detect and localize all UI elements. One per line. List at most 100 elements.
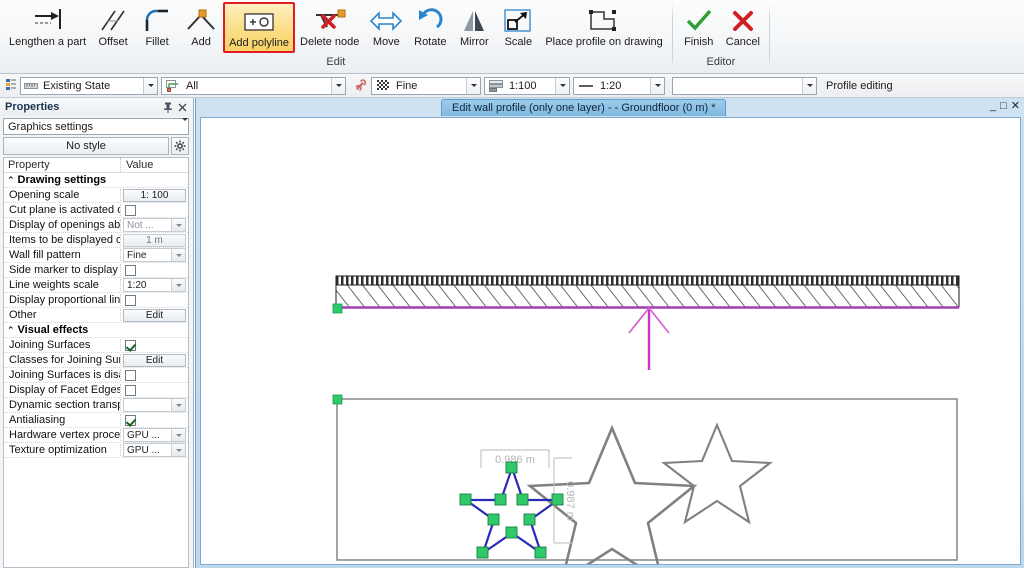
add-polyline-button[interactable]: Add polyline: [223, 2, 295, 53]
chevron-down-icon[interactable]: [171, 219, 185, 231]
property-row[interactable]: Display of Facet Edges: [4, 383, 188, 398]
property-dropdown[interactable]: GPU ...: [123, 428, 186, 442]
wall-section-hatched[interactable]: [333, 276, 959, 313]
property-label: Wall fill pattern: [4, 249, 121, 261]
profile-combo-chevron-down-icon[interactable]: [802, 78, 816, 94]
property-dropdown[interactable]: Fine: [123, 248, 186, 262]
scale-combo[interactable]: 1:100: [484, 77, 570, 95]
property-checkbox[interactable]: [125, 205, 136, 216]
profile-boundary-rect[interactable]: [333, 395, 957, 560]
property-button[interactable]: Edit: [123, 354, 186, 367]
property-label: Items to be displayed o...: [4, 234, 121, 246]
delete-node-button[interactable]: Delete node: [295, 2, 364, 51]
lengthen-icon: [31, 6, 65, 36]
lineweight-combo-chevron-down-icon[interactable]: [650, 78, 664, 94]
property-row[interactable]: Display of openings ab...Not ...: [4, 218, 188, 233]
chevron-down-icon[interactable]: [171, 444, 185, 456]
place-profile-on-drawing-button[interactable]: Place profile on drawing: [540, 2, 667, 51]
property-value-cell: [121, 383, 188, 398]
fillet-icon: [142, 6, 172, 36]
style-button[interactable]: No style: [3, 137, 169, 155]
property-button[interactable]: 1: 100: [123, 189, 186, 202]
property-row[interactable]: Display proportional lin...: [4, 293, 188, 308]
property-checkbox[interactable]: [125, 295, 136, 306]
property-row[interactable]: Joining Surfaces: [4, 338, 188, 353]
properties-selector-chevron-down-icon[interactable]: [182, 121, 188, 133]
property-checkbox[interactable]: [125, 340, 136, 351]
property-group-header[interactable]: ⌃Drawing settings: [4, 173, 188, 188]
add-button[interactable]: Add: [179, 2, 223, 51]
properties-selector-combo[interactable]: Graphics settings: [3, 118, 189, 135]
drawing-canvas[interactable]: 0.986 m 0.987 m: [200, 117, 1021, 565]
mirror-button[interactable]: Mirror: [452, 2, 496, 51]
property-checkbox[interactable]: [125, 415, 136, 426]
layer-combo[interactable]: All: [161, 77, 346, 95]
layer-combo-chevron-down-icon[interactable]: [331, 78, 345, 94]
offset-button[interactable]: Offset: [91, 2, 135, 51]
chevron-down-icon[interactable]: [171, 429, 185, 441]
finish-button[interactable]: Finish: [677, 2, 721, 51]
property-group-header[interactable]: ⌃Visual effects: [4, 323, 188, 338]
lineweight-combo[interactable]: 1:20: [573, 77, 665, 95]
drawing-svg: 0.986 m 0.987 m: [201, 118, 1021, 565]
property-label: Antialiasing: [4, 414, 121, 426]
property-row[interactable]: Classes for Joining SurfacesEdit: [4, 353, 188, 368]
cancel-button[interactable]: Cancel: [721, 2, 765, 51]
layer-combo-value: All: [182, 80, 202, 92]
property-value-cell: GPU ...: [121, 443, 188, 458]
property-row[interactable]: Wall fill patternFine: [4, 248, 188, 263]
property-dropdown[interactable]: Not ...: [123, 218, 186, 232]
polyline-star-selected[interactable]: [460, 462, 563, 558]
chevron-down-icon[interactable]: [171, 399, 185, 411]
profile-combo[interactable]: [672, 77, 817, 95]
maximize-button[interactable]: □: [1000, 100, 1009, 112]
view-settings-icon[interactable]: [2, 78, 20, 93]
move-button[interactable]: Move: [364, 2, 408, 51]
pattern-combo[interactable]: Fine: [371, 77, 481, 95]
scale-combo-value: 1:100: [505, 80, 541, 92]
property-row[interactable]: OtherEdit: [4, 308, 188, 323]
add-polyline-icon: [239, 7, 279, 37]
state-combo-chevron-down-icon[interactable]: [143, 78, 157, 94]
close-button[interactable]: ✕: [1011, 100, 1022, 112]
state-combo[interactable]: Existing State: [20, 77, 158, 95]
property-row[interactable]: Opening scale1: 100: [4, 188, 188, 203]
star-small-outline[interactable]: [664, 425, 770, 522]
pattern-combo-chevron-down-icon[interactable]: [466, 78, 480, 94]
rotate-button[interactable]: Rotate: [408, 2, 452, 51]
property-dropdown[interactable]: GPU ...: [123, 443, 186, 457]
property-dropdown[interactable]: [123, 398, 186, 412]
ribbon-separator-2: [769, 3, 770, 69]
lengthen-a-part-button[interactable]: Lengthen a part: [4, 2, 91, 51]
property-value-cell: Edit: [121, 308, 188, 323]
property-checkbox[interactable]: [125, 265, 136, 276]
layers-icon: [164, 80, 182, 92]
options-bar: Existing State All: [0, 74, 1024, 98]
property-button[interactable]: Edit: [123, 309, 186, 322]
property-checkbox[interactable]: [125, 370, 136, 381]
property-dropdown[interactable]: 1:20: [123, 278, 186, 292]
scale-combo-chevron-down-icon[interactable]: [555, 78, 569, 94]
link-icon[interactable]: [349, 79, 371, 93]
property-row[interactable]: Hardware vertex processingGPU ...: [4, 428, 188, 443]
chevron-down-icon[interactable]: [171, 249, 185, 261]
property-row[interactable]: Cut plane is activated o...: [4, 203, 188, 218]
minimize-button[interactable]: _: [990, 100, 998, 112]
property-row[interactable]: Side marker to display ...: [4, 263, 188, 278]
fillet-button[interactable]: Fillet: [135, 2, 179, 51]
gear-icon[interactable]: [171, 137, 189, 155]
property-row[interactable]: Antialiasing: [4, 413, 188, 428]
close-icon[interactable]: [175, 100, 189, 114]
property-checkbox[interactable]: [125, 385, 136, 396]
property-row[interactable]: Texture optimizationGPU ...: [4, 443, 188, 458]
property-row[interactable]: Joining Surfaces is disa...: [4, 368, 188, 383]
property-row[interactable]: Items to be displayed o...1 m: [4, 233, 188, 248]
scale-button[interactable]: Scale: [496, 2, 540, 51]
pin-icon[interactable]: [161, 100, 175, 114]
ribbon-group-edit: Lengthen a part Offset: [0, 0, 672, 72]
chevron-down-icon[interactable]: [171, 279, 185, 291]
property-row[interactable]: Line weights scale1:20: [4, 278, 188, 293]
property-row[interactable]: Dynamic section transp...: [4, 398, 188, 413]
property-value-cell: [121, 398, 188, 413]
document-tab[interactable]: Edit wall profile (only one layer) - - G…: [441, 99, 726, 116]
